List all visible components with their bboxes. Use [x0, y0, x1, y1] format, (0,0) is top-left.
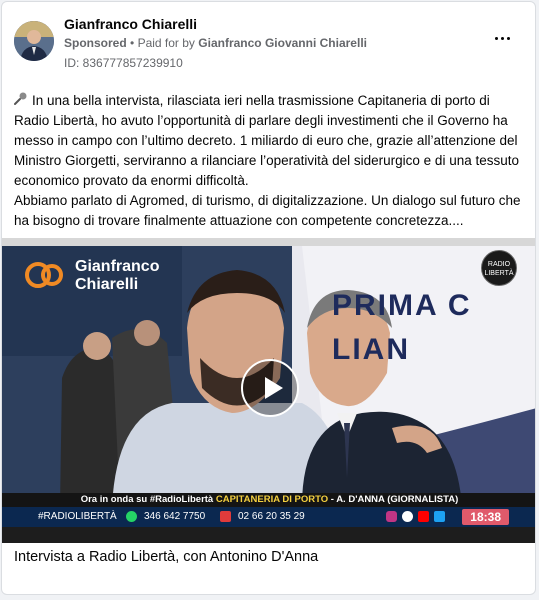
post-paragraph-1-text: In una bella intervista, rilasciata ieri…: [14, 93, 519, 188]
post-paragraph-1: In una bella intervista, rilasciata ieri…: [14, 91, 526, 191]
post-paragraph-2: Abbiamo parlato di Agromed, di turismo, …: [14, 193, 521, 228]
ad-post-card: Gianfranco Chiarelli Sponsored • Paid fo…: [1, 1, 536, 595]
radio-liberta-logo: RADIO LIBERTÀ: [481, 250, 517, 286]
poster-line-2: LIAN: [332, 333, 410, 366]
twitter-icon: [434, 511, 445, 522]
logo-line-1: Gianfranco: [75, 258, 160, 275]
video-poster-text: PRIMA C LIAN: [332, 284, 472, 372]
hashtag-text: #RADIOLIBERTÀ: [38, 511, 117, 522]
whatsapp-icon: [126, 511, 137, 522]
post-text: In una bella intervista, rilasciata ieri…: [14, 91, 526, 231]
logo-line-2: Chiarelli: [75, 276, 139, 293]
facebook-icon: [402, 511, 413, 522]
youtube-icon: [418, 511, 429, 522]
phone-1: 346 642 7750: [144, 511, 206, 522]
post-header: Gianfranco Chiarelli Sponsored • Paid fo…: [2, 2, 535, 80]
ad-id: ID: 836777857239910: [64, 56, 183, 70]
instagram-icon: [386, 511, 397, 522]
phone-icon: [220, 511, 231, 522]
microphone-icon: [14, 91, 28, 111]
radio-logo-line-2: LIBERTÀ: [484, 270, 514, 277]
phone-2: 02 66 20 35 29: [238, 511, 305, 522]
ticker-highlight: CAPITANERIA DI PORTO: [215, 494, 329, 505]
radio-logo-line-1: RADIO: [487, 261, 511, 268]
desktop-taskbar: [2, 527, 535, 543]
paid-for-prefix: Paid for by: [137, 36, 195, 50]
video-player[interactable]: PRIMA C LIAN Gianfranco Chiarelli RADIO …: [2, 238, 535, 543]
clock-badge: 18:38: [462, 509, 509, 525]
sponsored-meta: Sponsored • Paid for by Gianfranco Giova…: [64, 36, 367, 50]
sponsored-label: Sponsored: [64, 36, 127, 50]
author-avatar[interactable]: [14, 21, 54, 61]
meta-separator: •: [130, 36, 135, 50]
ticker-suffix: - A. D'ANNA (GIORNALISTA): [328, 494, 459, 505]
video-lower-third: #RADIOLIBERTÀ 346 642 7750 02 66 20 35 2…: [2, 507, 535, 527]
video-caption[interactable]: Intervista a Radio Libertà, con Antonino…: [14, 549, 318, 565]
paid-for-name: Gianfranco Giovanni Chiarelli: [198, 36, 367, 50]
ticker-prefix: Ora in onda su #RadioLibertà: [80, 494, 216, 505]
author-name[interactable]: Gianfranco Chiarelli: [64, 16, 197, 32]
more-options-icon[interactable]: [493, 32, 513, 44]
video-logo-text: Gianfranco Chiarelli: [75, 258, 159, 294]
play-icon[interactable]: [241, 359, 299, 417]
chiarelli-logo-icon: [25, 262, 63, 288]
video-ticker: Ora in onda su #RadioLibertà CAPITANERIA…: [2, 493, 535, 507]
poster-line-1: PRIMA C: [332, 289, 472, 322]
